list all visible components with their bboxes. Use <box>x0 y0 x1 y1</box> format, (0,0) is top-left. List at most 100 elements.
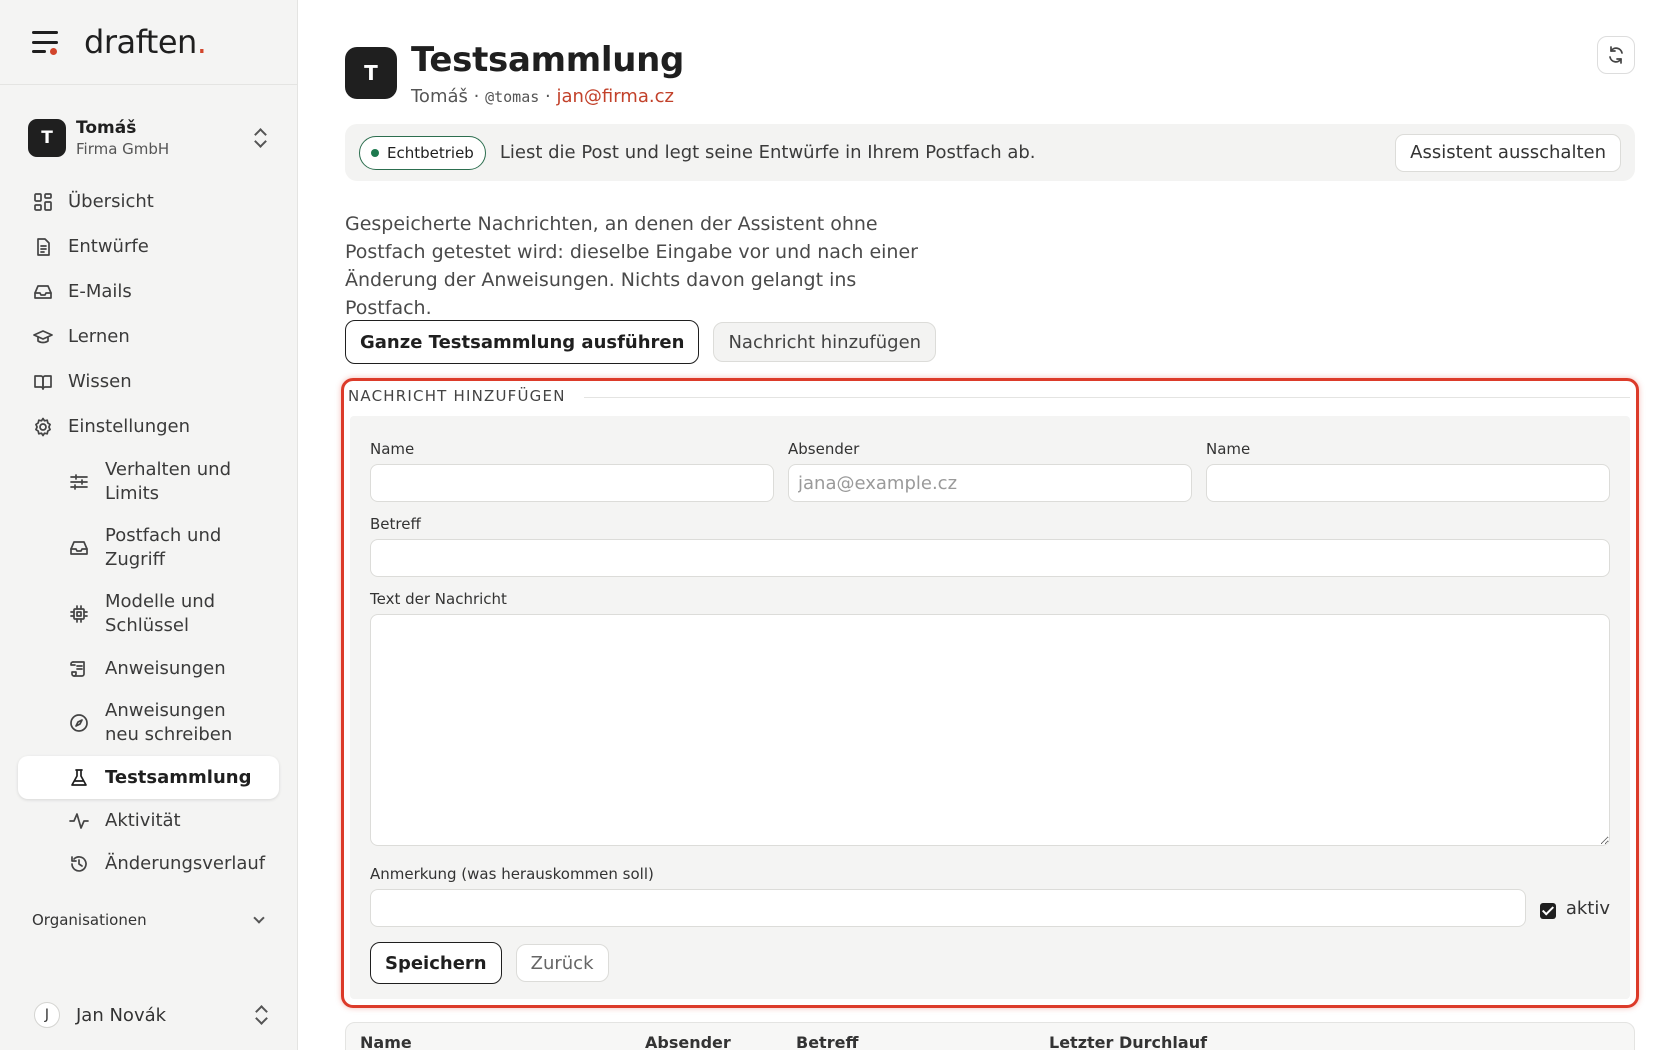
sidebar-item-testsammlung[interactable]: Testsammlung <box>18 756 279 799</box>
sender-name-input[interactable] <box>1206 464 1610 502</box>
sidebar-item-label: Testsammlung <box>105 766 252 788</box>
sidebar-item-label: Anweisungen neu schreiben <box>105 700 233 745</box>
sidebar-item-lernen[interactable]: Lernen <box>0 314 297 359</box>
save-button[interactable]: Speichern <box>370 942 502 984</box>
tests-table-header: Name Absender Betreff Letzter Durchlauf <box>345 1022 1635 1050</box>
checkbox-checked-icon <box>1539 903 1556 919</box>
sidebar: draften. T Tomáš Firma GmbH Übersicht En… <box>0 0 298 1050</box>
form-row-note: Anmerkung (was herauskommen soll) aktiv <box>370 864 1610 927</box>
disable-assistant-button[interactable]: Assistent ausschalten <box>1395 133 1621 172</box>
sidebar-item-emails[interactable]: E-Mails <box>0 269 297 314</box>
sidebar-item-label: E-Mails <box>68 281 132 302</box>
user-name: Jan Novák <box>76 1004 167 1026</box>
active-label: aktiv <box>1565 897 1610 919</box>
compass-icon <box>68 712 90 734</box>
back-button[interactable]: Zurück <box>515 944 609 982</box>
sidebar-item-verhalten[interactable]: Verhalten und Limits <box>0 449 297 515</box>
form-row-subject: Betreff <box>370 514 1610 577</box>
sidebar-item-label: Anweisungen <box>105 657 226 679</box>
gear-icon <box>32 416 54 438</box>
status-badge: Echtbetrieb <box>359 135 486 170</box>
refresh-icon <box>1609 46 1623 64</box>
refresh-button[interactable] <box>1597 36 1635 74</box>
user-avatar: J <box>34 1002 60 1028</box>
sidebar-item-wissen[interactable]: Wissen <box>0 359 297 404</box>
main-content: T Testsammlung Tomáš · @tomas · jan@firm… <box>341 0 1639 1050</box>
action-bar: Ganze Testsammlung ausführen Nachricht h… <box>345 320 937 364</box>
sidebar-item-einstellungen[interactable]: Einstellungen <box>0 404 297 449</box>
activity-icon <box>68 810 90 832</box>
owner-email-link[interactable]: jan@firma.cz <box>556 86 674 107</box>
owner-name: Tomáš <box>411 86 468 107</box>
column-header-subject[interactable]: Betreff <box>796 1033 858 1050</box>
note-input[interactable] <box>370 889 1526 927</box>
workspace-name: Tomáš <box>76 118 137 138</box>
workspace-switcher[interactable]: T Tomáš Firma GmbH <box>0 111 297 165</box>
sidebar-item-label: Aktivität <box>105 809 181 831</box>
body-textarea[interactable] <box>370 614 1610 846</box>
brand-bar: draften. <box>0 0 297 85</box>
page-subline: Tomáš · @tomas · jan@firma.cz <box>411 86 684 107</box>
subject-label: Betreff <box>370 515 421 533</box>
flask-icon <box>68 767 90 789</box>
logo[interactable]: draften. <box>84 23 207 61</box>
status-dot-icon <box>371 148 379 157</box>
sidebar-item-entwuerfe[interactable]: Entwürfe <box>0 224 297 269</box>
inbox-icon <box>68 537 90 559</box>
status-badge-label: Echtbetrieb <box>387 143 474 162</box>
logo-text: draften <box>84 23 197 61</box>
main-nav: Übersicht Entwürfe E-Mails Lernen Wissen… <box>0 179 297 885</box>
inbox-icon <box>32 281 54 303</box>
chevron-up-down-icon <box>251 128 269 148</box>
menu-icon[interactable] <box>32 31 60 55</box>
logo-dot: . <box>196 23 207 61</box>
active-checkbox[interactable]: aktiv <box>1539 897 1610 919</box>
sidebar-item-aktivitaet[interactable]: Aktivität <box>0 799 297 842</box>
column-header-sender[interactable]: Absender <box>645 1033 731 1050</box>
assistant-avatar: T <box>345 47 397 99</box>
sliders-icon <box>68 471 90 493</box>
separator: · <box>539 86 557 107</box>
subject-input[interactable] <box>370 539 1610 577</box>
scroll-icon <box>68 658 90 680</box>
name-label: Name <box>370 440 415 458</box>
sidebar-item-label: Änderungsverlauf <box>105 852 266 874</box>
run-all-tests-button[interactable]: Ganze Testsammlung ausführen <box>345 320 700 364</box>
form-body: Name Absender Name Betreff Text der Nach… <box>350 416 1630 999</box>
add-message-button[interactable]: Nachricht hinzufügen <box>713 322 937 362</box>
book-icon <box>32 371 54 393</box>
sidebar-item-uebersicht[interactable]: Übersicht <box>0 179 297 224</box>
sidebar-item-postfach[interactable]: Postfach und Zugriff <box>0 515 297 581</box>
sidebar-item-aenderungsverlauf[interactable]: Änderungsverlauf <box>0 842 297 885</box>
sender-input[interactable] <box>788 464 1192 502</box>
organisations-toggle[interactable]: Organisationen <box>0 911 297 929</box>
form-row-sender: Name Absender Name <box>370 439 1610 502</box>
name-input[interactable] <box>370 464 774 502</box>
document-icon <box>32 236 54 258</box>
column-header-name[interactable]: Name <box>360 1033 412 1050</box>
sidebar-item-label: Lernen <box>68 326 130 347</box>
sidebar-item-anweisungen[interactable]: Anweisungen <box>0 647 297 690</box>
sidebar-item-anweisungen-neu[interactable]: Anweisungen neu schreiben <box>0 690 297 756</box>
chevron-up-down-icon <box>252 1005 270 1025</box>
sidebar-item-label: Modelle und Schlüssel <box>105 591 216 636</box>
organisations-label: Organisationen <box>32 911 147 929</box>
sidebar-item-label: Verhalten und Limits <box>105 459 232 504</box>
column-header-last-run[interactable]: Letzter Durchlauf <box>1049 1033 1207 1050</box>
body-label: Text der Nachricht <box>370 590 507 608</box>
form-row-body: Text der Nachricht <box>370 589 1610 850</box>
history-icon <box>68 853 90 875</box>
grid-icon <box>32 191 54 213</box>
sidebar-item-label: Übersicht <box>68 191 154 212</box>
graduation-cap-icon <box>32 326 54 348</box>
page-header: T Testsammlung Tomáš · @tomas · jan@firm… <box>345 40 684 107</box>
sidebar-item-label: Postfach und Zugriff <box>105 525 222 570</box>
chip-icon <box>68 603 90 625</box>
sender-name-label: Name <box>1206 440 1251 458</box>
sender-label: Absender <box>788 440 860 458</box>
sidebar-item-modelle[interactable]: Modelle und Schlüssel <box>0 581 297 647</box>
form-legend: NACHRICHT HINZUFÜGEN <box>348 387 580 405</box>
user-menu[interactable]: J Jan Novák <box>0 1002 298 1028</box>
status-text: Liest die Post und legt seine Entwürfe i… <box>499 142 1036 163</box>
workspace-company: Firma GmbH <box>76 140 170 158</box>
